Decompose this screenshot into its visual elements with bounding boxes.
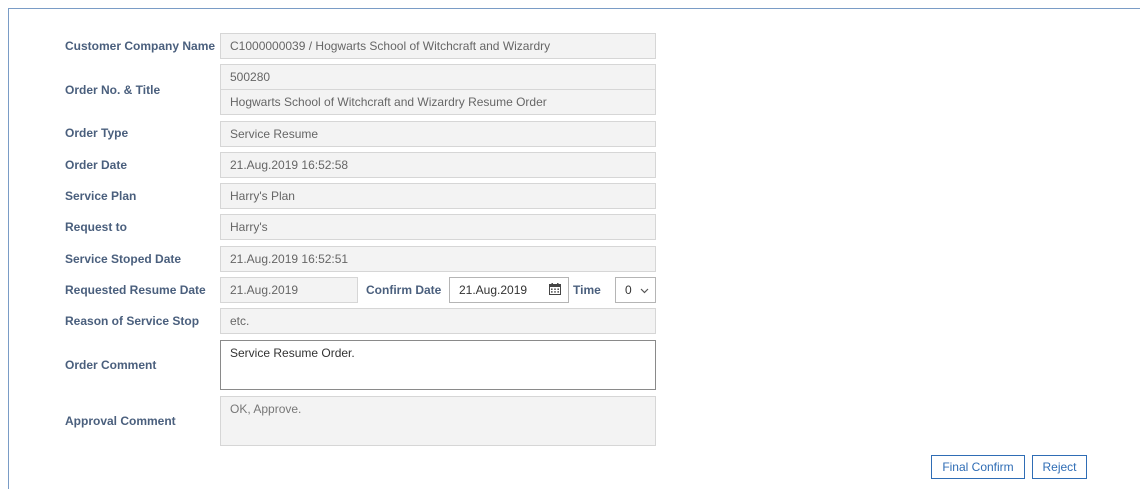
service-stoped-date-field: 21.Aug.2019 16:52:51	[220, 246, 656, 272]
requested-resume-date-label: Requested Resume Date	[65, 283, 206, 297]
order-comment-label: Order Comment	[65, 358, 157, 372]
time-label: Time	[573, 283, 601, 297]
service-plan-label: Service Plan	[65, 189, 137, 203]
reason-of-service-stop-label: Reason of Service Stop	[65, 314, 200, 328]
order-comment-textarea[interactable]: Service Resume Order.	[220, 340, 656, 390]
order-title-field: Hogwarts School of Witchcraft and Wizard…	[220, 89, 656, 115]
order-no-field: 500280	[220, 64, 656, 90]
final-confirm-button[interactable]: Final Confirm	[931, 455, 1025, 479]
reason-of-service-stop-field: etc.	[220, 308, 656, 334]
reject-button[interactable]: Reject	[1032, 455, 1087, 479]
confirm-date-value: 21.Aug.2019	[459, 283, 528, 297]
order-no-title-label: Order No. & Title	[65, 83, 161, 97]
customer-company-field: C1000000039 / Hogwarts School of Witchcr…	[220, 33, 656, 59]
order-type-field: Service Resume	[220, 121, 656, 147]
service-plan-field: Harry's Plan	[220, 183, 656, 209]
approval-comment-textarea: OK, Approve.	[220, 396, 656, 446]
request-to-label: Request to	[65, 220, 128, 234]
service-stoped-date-label: Service Stoped Date	[65, 252, 182, 266]
requested-resume-date-field: 21.Aug.2019	[220, 277, 358, 303]
calendar-icon[interactable]	[549, 283, 561, 295]
time-select-value: 0	[625, 283, 632, 297]
approval-comment-label: Approval Comment	[65, 414, 176, 428]
confirm-date-label: Confirm Date	[366, 283, 442, 297]
time-select[interactable]: 0	[615, 277, 656, 303]
order-date-field: 21.Aug.2019 16:52:58	[220, 152, 656, 178]
order-type-label: Order Type	[65, 126, 129, 140]
chevron-down-icon	[640, 288, 649, 294]
customer-company-label: Customer Company Name	[65, 39, 216, 53]
order-date-label: Order Date	[65, 158, 128, 172]
request-to-field: Harry's	[220, 214, 656, 240]
